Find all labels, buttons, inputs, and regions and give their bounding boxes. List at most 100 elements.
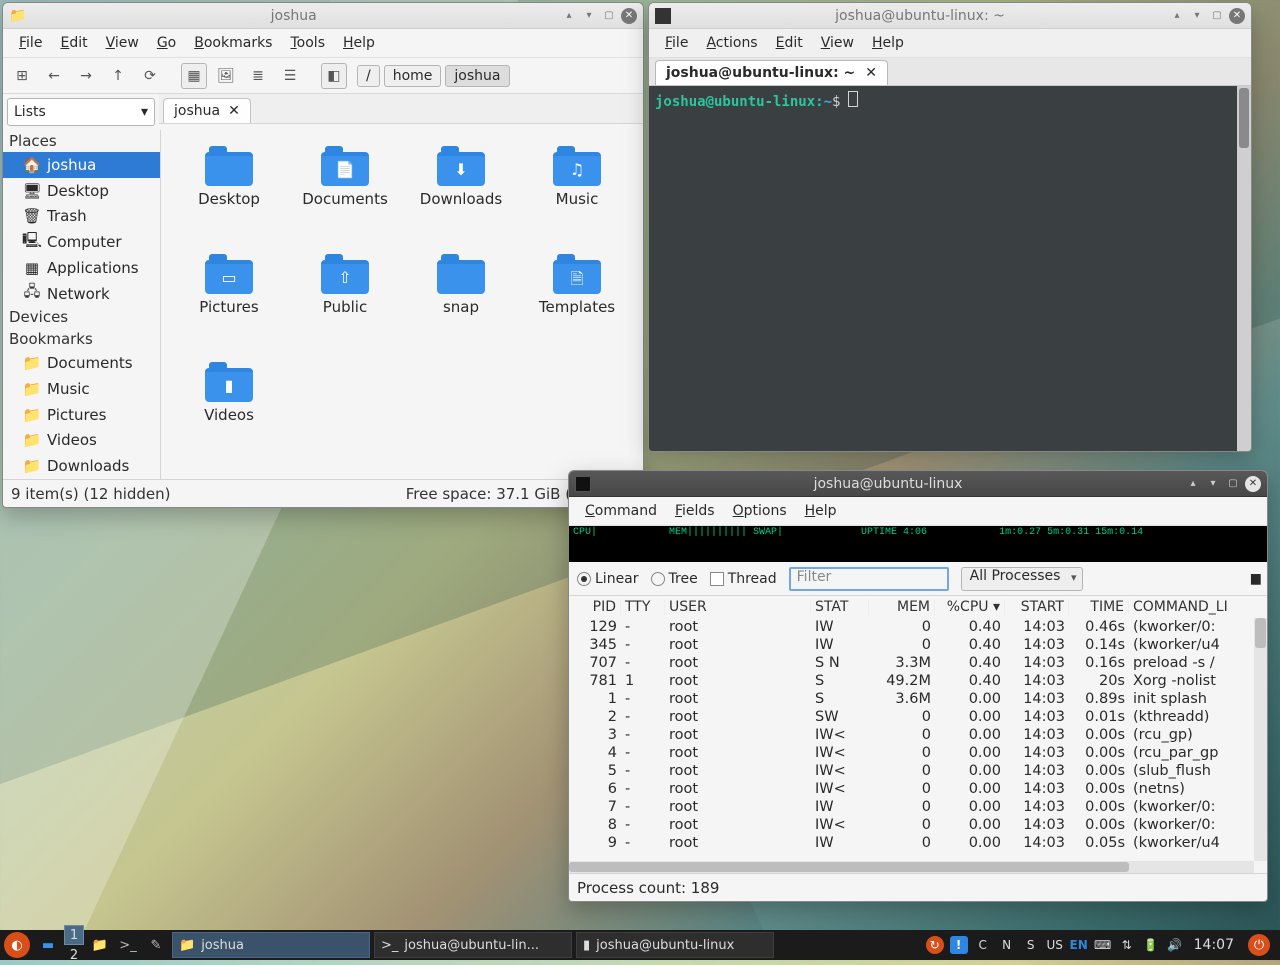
table-row[interactable]: 7811rootS49.2M0.4014:0320sXorg -nolist (569, 672, 1267, 690)
table-row[interactable]: 5-rootIW<00.0014:030.00s(slub_flush (569, 762, 1267, 780)
language-indicator[interactable]: EN (1070, 936, 1088, 954)
folder-videos[interactable]: ▮Videos (171, 362, 287, 470)
launcher-terminal-icon[interactable]: >_ (116, 933, 140, 957)
maximize-icon[interactable]: ▢ (1209, 8, 1225, 24)
sidebar-item-pictures[interactable]: 📁Pictures (3, 402, 160, 428)
rollup-icon[interactable]: ▴ (1169, 8, 1185, 24)
volume-icon[interactable]: 🔊 (1166, 936, 1184, 954)
launcher-files-icon[interactable]: 📁 (88, 933, 112, 957)
reload-button[interactable]: ⟳ (137, 63, 163, 89)
nav-forward-button[interactable]: → (73, 63, 99, 89)
folder-pictures[interactable]: ▭Pictures (171, 254, 287, 362)
term-titlebar[interactable]: joshua@ubuntu-linux: ~ ▴ ▾ ▢ ✕ (649, 3, 1251, 29)
start-button[interactable]: ◐ (4, 932, 30, 958)
folder-documents[interactable]: 📄Documents (287, 146, 403, 254)
view-thumbs-button[interactable]: 🖼 (213, 63, 239, 89)
col-pid[interactable]: PID (569, 599, 621, 615)
menu-go[interactable]: Go (149, 32, 184, 54)
taskbar-task[interactable]: 📁joshua (172, 932, 370, 958)
view-linear-radio[interactable]: Linear (577, 571, 639, 587)
menu-help[interactable]: Help (335, 32, 383, 54)
launcher-editor-icon[interactable]: ✎ (144, 933, 168, 957)
folder-downloads[interactable]: ⬇Downloads (403, 146, 519, 254)
menu-file[interactable]: File (11, 32, 50, 54)
table-row[interactable]: 129-rootIW00.4014:030.46s(kworker/0: (569, 618, 1267, 636)
folder-desktop[interactable]: Desktop (171, 146, 287, 254)
menu-options[interactable]: Options (725, 500, 795, 522)
pv-titlebar[interactable]: joshua@ubuntu-linux ▴ ▾ ▢ ✕ (569, 471, 1267, 497)
folder-templates[interactable]: 🗎Templates (519, 254, 635, 362)
sidebar-item-trash[interactable]: 🗑Trash (3, 203, 160, 229)
table-row[interactable]: 8-rootIW<00.0014:030.00s(kworker/0: (569, 816, 1267, 834)
table-row[interactable]: 1-rootS3.6M0.0014:030.89sinit splash (569, 690, 1267, 708)
pause-button[interactable]: ▮▮ (1250, 571, 1259, 587)
menu-fields[interactable]: Fields (667, 500, 723, 522)
tray-info-icon[interactable]: ! (950, 936, 968, 954)
new-tab-button[interactable]: ⊞ (9, 63, 35, 89)
taskbar-task[interactable]: ▮joshua@ubuntu-linux (576, 932, 774, 958)
menu-file[interactable]: File (657, 32, 696, 54)
sidebar-item-downloads[interactable]: 📁Downloads (3, 453, 160, 479)
scope-select[interactable]: All Processes (961, 567, 1084, 591)
fm-tab[interactable]: joshua ✕ (163, 98, 251, 123)
close-icon[interactable]: ✕ (1229, 8, 1245, 24)
show-desktop-button[interactable]: ▬ (36, 933, 60, 957)
power-button[interactable]: ⏻ (1248, 934, 1270, 956)
minimize-icon[interactable]: ▾ (1189, 8, 1205, 24)
sidebar-item-joshua[interactable]: 🏠joshua (3, 152, 160, 178)
sidebar-item-music[interactable]: 📁Music (3, 376, 160, 402)
workspace-2[interactable]: 2 (64, 945, 84, 965)
terminal-body[interactable]: joshua@ubuntu-linux:~$ (649, 86, 1251, 451)
menu-view[interactable]: View (98, 32, 147, 54)
kbd-layout-indicator[interactable]: US (1046, 936, 1064, 954)
maximize-icon[interactable]: ▢ (1225, 476, 1241, 492)
folder-public[interactable]: ⇧Public (287, 254, 403, 362)
fm-titlebar[interactable]: 📁 joshua ▴ ▾ ▢ ✕ (3, 3, 643, 29)
menu-actions[interactable]: Actions (698, 32, 765, 54)
tray-update-icon[interactable]: ↻ (926, 936, 944, 954)
rollup-icon[interactable]: ▴ (1185, 476, 1201, 492)
folder-music[interactable]: ♫Music (519, 146, 635, 254)
menu-bookmarks[interactable]: Bookmarks (186, 32, 280, 54)
col-user[interactable]: USER (665, 599, 811, 615)
workspace-1[interactable]: 1 (64, 925, 84, 945)
term-scrollbar[interactable] (1237, 86, 1251, 451)
table-row[interactable]: 2-rootSW00.0014:030.01s(kthreadd) (569, 708, 1267, 726)
table-row[interactable]: 3-rootIW<00.0014:030.00s(rcu_gp) (569, 726, 1267, 744)
folder-snap[interactable]: snap (403, 254, 519, 362)
table-scrollbar-h[interactable] (569, 861, 1254, 873)
menu-edit[interactable]: Edit (52, 32, 95, 54)
col-time[interactable]: TIME (1069, 599, 1129, 615)
view-compact-button[interactable]: ≣ (245, 63, 271, 89)
view-icons-button[interactable]: ▦ (181, 63, 207, 89)
maximize-icon[interactable]: ▢ (601, 8, 617, 24)
nav-back-button[interactable]: ← (41, 63, 67, 89)
path-segment[interactable]: joshua (445, 65, 509, 87)
sidebar-item-documents[interactable]: 📁Documents (3, 350, 160, 376)
view-tree-radio[interactable]: Tree (651, 571, 698, 587)
filter-input[interactable]: Filter (789, 567, 949, 591)
table-row[interactable]: 4-rootIW<00.0014:030.00s(rcu_par_gp (569, 744, 1267, 762)
tab-close-icon[interactable]: ✕ (228, 103, 240, 119)
col-tty[interactable]: TTY (621, 599, 665, 615)
menu-view[interactable]: View (813, 32, 862, 54)
clock[interactable]: 14:07 (1190, 937, 1238, 953)
menu-edit[interactable]: Edit (768, 32, 811, 54)
table-header[interactable]: PIDTTYUSERSTATMEM%CPU ▾STARTTIMECOMMAND_… (569, 596, 1267, 618)
rollup-icon[interactable]: ▴ (561, 8, 577, 24)
sidebar-item-network[interactable]: 🖧Network (3, 281, 160, 307)
path-segment[interactable]: / (357, 65, 380, 87)
fm-iconview[interactable]: Desktop📄Documents⬇Downloads♫Music ▭Pictur… (161, 130, 643, 479)
col-stat[interactable]: STAT (811, 599, 869, 615)
col-cpu[interactable]: %CPU ▾ (935, 599, 1005, 615)
menu-tools[interactable]: Tools (282, 32, 333, 54)
menu-command[interactable]: Command (577, 500, 665, 522)
sidebar-item-computer[interactable]: 🖳Computer (3, 229, 160, 255)
nav-up-button[interactable]: ↑ (105, 63, 131, 89)
minimize-icon[interactable]: ▾ (1205, 476, 1221, 492)
network-icon[interactable]: ⇅ (1118, 936, 1136, 954)
col-commandli[interactable]: COMMAND_LI (1129, 599, 1267, 615)
table-row[interactable]: 707-rootS N3.3M0.4014:030.16spreload -s … (569, 654, 1267, 672)
path-disk-icon[interactable]: ◧ (321, 63, 347, 89)
view-list-button[interactable]: ☰ (277, 63, 303, 89)
